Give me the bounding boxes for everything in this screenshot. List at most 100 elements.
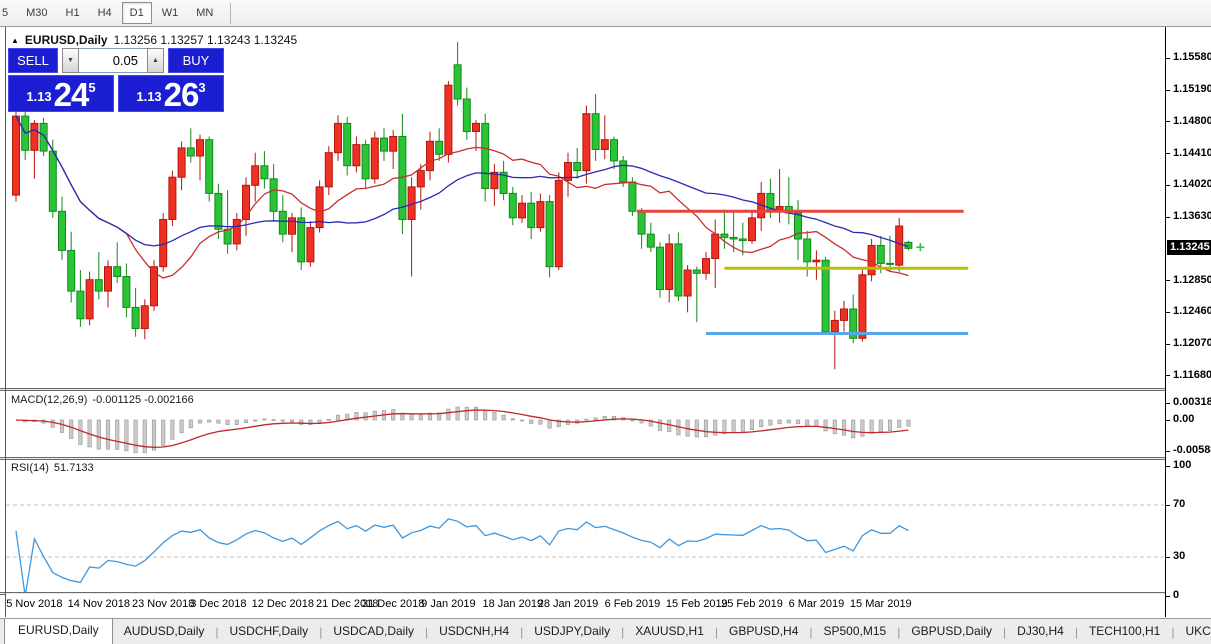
chart-tab-gbpusd-h4[interactable]: GBPUSD,H4 [718,620,809,644]
chart-tab-ukc[interactable]: UKC [1174,620,1211,644]
timeframe-button-mn[interactable]: MN [188,2,221,24]
candle [500,161,507,200]
candle [206,137,213,202]
axis-tick [1166,557,1170,558]
timeframe-button-d1[interactable]: D1 [122,2,152,24]
chart-tab-usdcnh-h4[interactable]: USDCNH,H4 [428,620,520,644]
timeframe-toolbar: 5M30H1H4D1W1MN [0,0,1211,27]
axis-tick [1166,451,1170,452]
price-axis[interactable]: 1.13245 1.155801.151901.148001.144101.14… [1166,27,1211,617]
moving-average-34 [16,116,908,246]
candle [703,252,710,280]
price-tick: 1.11680 [1173,369,1211,381]
volume-increase-button[interactable]: ▲ [147,48,164,73]
candle [114,242,121,283]
sell-button[interactable]: SELL [8,48,58,73]
rsi-tick: 70 [1173,498,1185,510]
chart-tab-sp500-m15[interactable]: SP500,M15 [813,620,898,644]
candle [859,268,866,341]
candle [151,260,158,311]
chart-tab-xauusd-h1[interactable]: XAUUSD,H1 [624,620,715,644]
macd-tick: 0.00 [1173,413,1194,425]
volume-decrease-button[interactable]: ▼ [62,48,79,73]
chart-tab-dj30-h4[interactable]: DJ30,H4 [1006,620,1075,644]
macd-values: -0.001125 -0.002166 [92,394,193,406]
candle [841,301,848,332]
rsi-tick: 100 [1173,459,1191,471]
buy-button[interactable]: BUY [168,48,224,73]
candle [436,128,443,161]
candle [693,267,700,322]
candle [647,223,654,252]
candle [224,190,231,254]
candle [390,130,397,169]
candle [749,211,756,244]
candle [215,184,222,239]
axis-tick [1166,217,1170,218]
sell-price-display[interactable]: 1.13 24 5 [8,75,114,112]
axis-tick [1166,420,1170,421]
candle [611,137,618,170]
chart-tab-tech100-h1[interactable]: TECH100,H1 [1078,620,1171,644]
chart-tab-usdcad-daily[interactable]: USDCAD,Daily [322,620,425,644]
price-tick: 1.13630 [1173,210,1211,222]
collapse-icon[interactable]: ▲ [11,36,19,45]
rsi-line [16,519,908,593]
candle [712,220,719,288]
candle [344,117,351,176]
chart-tab-audusd-daily[interactable]: AUDUSD,Daily [113,620,216,644]
timeframe-button-5[interactable]: 5 [0,2,16,24]
macd-tick: 0.003188 [1173,396,1211,408]
candle [31,120,38,179]
date-label: 15 Feb 2019 [666,598,728,610]
chart-header: ▲ EURUSD,Daily 1.13256 1.13257 1.13243 1… [11,33,297,47]
price-tick: 1.14800 [1173,115,1211,127]
sell-price-big: 24 [54,81,89,108]
rsi-pane[interactable] [6,459,1164,593]
candle [574,148,581,179]
candle [59,197,66,261]
candle [408,177,415,276]
candle [77,270,84,327]
candle [298,207,305,270]
sell-price-sup: 5 [88,80,95,95]
candle [427,132,434,181]
candle [675,233,682,301]
one-click-trading-panel: SELL ▼ ▲ BUY 1.13 24 5 1.13 26 3 [8,48,224,112]
candle [473,120,480,151]
buy-price-display[interactable]: 1.13 26 3 [118,75,224,112]
timeframe-button-m30[interactable]: M30 [18,2,55,24]
moving-average-13 [16,116,908,278]
axis-tick [1166,505,1170,506]
candle [445,81,452,162]
date-label: 28 Jan 2019 [538,598,599,610]
candle [160,213,167,272]
symbol-tabs-bar: EURUSD,DailyAUDUSD,Daily|USDCHF,Daily|US… [0,618,1211,644]
timeframe-button-h4[interactable]: H4 [90,2,120,24]
volume-input[interactable] [79,48,147,73]
candle [657,242,664,297]
price-tick: 1.15190 [1173,83,1211,95]
candle [141,299,148,339]
macd-signal-line [16,410,908,447]
candle [868,239,875,281]
candle [197,135,204,181]
chart-tab-usdjpy-daily[interactable]: USDJPY,Daily [523,620,621,644]
price-tick: 1.12460 [1173,305,1211,317]
date-label: 14 Nov 2018 [68,598,130,610]
axis-tick [1166,344,1170,345]
date-label: 5 Nov 2018 [6,598,62,610]
candle [289,213,296,252]
timeframe-button-w1[interactable]: W1 [154,2,187,24]
timeframe-button-h1[interactable]: H1 [58,2,88,24]
candle [785,177,792,224]
rsi-tick: 0 [1173,589,1179,601]
candle [813,250,820,279]
date-label: 23 Nov 2018 [132,598,194,610]
candle [279,195,286,242]
chart-tab-usdchf-daily[interactable]: USDCHF,Daily [219,620,320,644]
chart-tab-gbpusd-daily[interactable]: GBPUSD,Daily [900,620,1003,644]
rsi-tick: 30 [1173,550,1185,562]
chart-tab-eurusd-daily[interactable]: EURUSD,Daily [4,618,113,644]
candle [381,128,388,161]
